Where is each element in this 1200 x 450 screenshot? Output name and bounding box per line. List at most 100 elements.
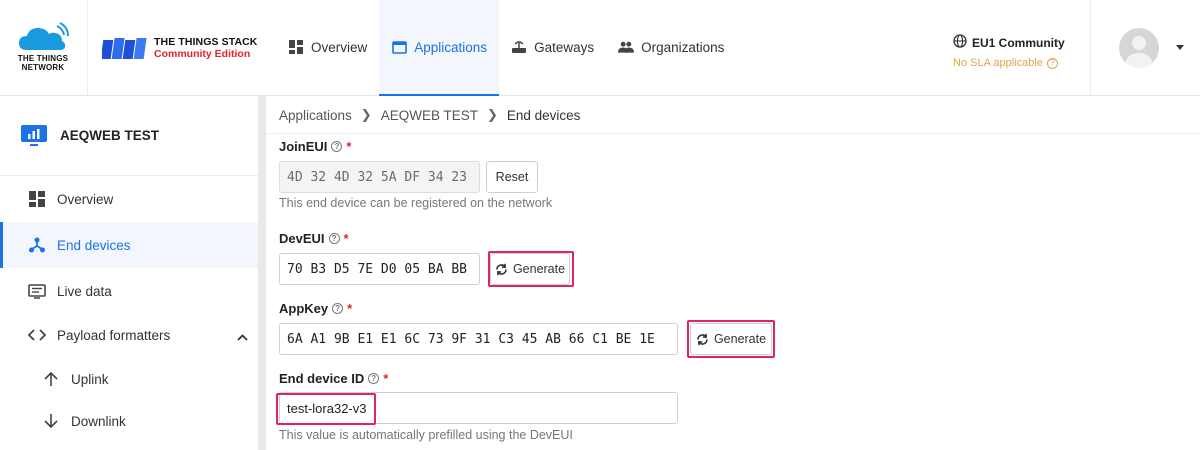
sidebar-item-label: Live data	[57, 283, 112, 299]
sidebar-item-label: Uplink	[71, 371, 109, 387]
deveui-generate-button[interactable]: Generate	[490, 253, 570, 285]
breadcrumb-end-devices: End devices	[506, 107, 581, 123]
avatar[interactable]	[1119, 28, 1159, 68]
ttn-logo-line2: NETWORK	[21, 63, 65, 72]
top-header: THE THINGS NETWORK THE THINGS STACK Comm…	[0, 0, 1200, 96]
device-id-value: test-lora32-v3	[287, 400, 367, 416]
header-divider	[87, 0, 88, 96]
cloud-icon	[17, 22, 69, 52]
appkey-label-text: AppKey	[279, 301, 329, 316]
reset-button-label: Reset	[495, 170, 529, 184]
sidebar-item-label: Downlink	[71, 413, 126, 429]
ttn-logo-line1: THE THINGS	[17, 54, 69, 63]
main-content: Applications ❯ AEQWEB TEST ❯ End devices…	[266, 96, 1200, 450]
appkey-generate-button[interactable]: Generate	[690, 323, 772, 355]
sidebar-item-label: End devices	[57, 237, 131, 253]
sidebar-item-label: Overview	[57, 191, 114, 207]
help-icon[interactable]: ?	[1046, 57, 1058, 69]
code-icon	[28, 326, 46, 344]
arrow-down-icon	[42, 412, 60, 430]
deveui-label-text: DevEUI	[279, 231, 325, 246]
required-marker: *	[346, 139, 352, 154]
stack-logo[interactable]: THE THINGS STACK Community Edition	[102, 33, 258, 63]
globe-icon	[953, 34, 967, 51]
ttn-logo[interactable]: THE THINGS NETWORK	[10, 22, 76, 78]
divider	[266, 133, 1200, 134]
breadcrumb-app[interactable]: AEQWEB TEST	[381, 108, 478, 123]
sidebar-item-overview[interactable]: Overview	[0, 176, 258, 222]
nav-applications[interactable]: Applications	[379, 0, 500, 96]
required-marker: *	[343, 231, 349, 246]
sidebar-item-payload-formatters[interactable]: Payload formatters	[0, 312, 258, 358]
arrow-up-icon	[42, 370, 60, 388]
reset-button[interactable]: Reset	[486, 161, 538, 193]
joineui-label-text: JoinEUI	[279, 139, 328, 154]
help-icon[interactable]: ?	[332, 303, 344, 314]
refresh-icon	[495, 263, 508, 276]
joineui-hint: This end device can be registered on the…	[279, 196, 553, 210]
application-icon	[391, 39, 407, 55]
header-divider-right	[1090, 0, 1091, 96]
refresh-icon	[696, 333, 709, 346]
ttn-logo-text: THE THINGS NETWORK	[10, 54, 76, 72]
nav-organizations-label: Organizations	[641, 39, 725, 55]
breadcrumb-applications[interactable]: Applications	[279, 108, 352, 123]
gateway-icon	[511, 39, 527, 55]
app-monitor-icon	[21, 124, 47, 146]
sidebar-item-uplink[interactable]: Uplink	[0, 356, 258, 402]
required-marker: *	[347, 301, 353, 316]
help-icon[interactable]: ?	[368, 373, 380, 384]
generate-button-label: Generate	[512, 262, 566, 276]
chevron-up-icon[interactable]	[237, 329, 248, 344]
stack-title: THE THINGS STACK	[154, 36, 258, 48]
sidebar-app-header: AEQWEB TEST	[0, 96, 262, 176]
device-id-label: End device ID ? *	[279, 371, 388, 386]
joineui-value: 4D 32 4D 32 5A DF 34 23	[287, 169, 468, 185]
sidebar-app-name: AEQWEB TEST	[60, 128, 160, 143]
device-id-hint: This value is automatically prefilled us…	[279, 428, 573, 442]
chevron-right-icon: ❯	[486, 107, 498, 122]
required-marker: *	[383, 371, 389, 386]
generate-button-label: Generate	[713, 332, 767, 346]
help-icon[interactable]: ?	[331, 141, 343, 152]
cluster-name: EU1 Community	[972, 35, 1065, 50]
sidebar-scrollbar[interactable]	[258, 96, 266, 450]
end-devices-icon	[28, 236, 46, 254]
sidebar-item-live-data[interactable]: Live data	[0, 268, 258, 314]
sla-text: No SLA applicable	[953, 57, 1043, 69]
nav-gateways[interactable]: Gateways	[499, 0, 606, 94]
organizations-icon	[618, 39, 635, 55]
stack-books-icon	[102, 38, 147, 59]
sidebar: AEQWEB TEST Overview End devices Live da…	[0, 96, 262, 450]
help-icon[interactable]: ?	[328, 233, 340, 244]
nav-applications-label: Applications	[414, 39, 488, 55]
joineui-label: JoinEUI ? *	[279, 139, 351, 154]
nav-overview[interactable]: Overview	[276, 0, 379, 94]
dashboard-icon	[288, 39, 304, 55]
appkey-value: 6A A1 9B E1 E1 6C 73 9F 31 C3 45 AB 66 C…	[287, 331, 655, 347]
device-id-label-text: End device ID	[279, 371, 365, 386]
sla-note: No SLA applicable ?	[953, 57, 1065, 69]
live-data-icon	[28, 282, 46, 300]
chevron-right-icon: ❯	[360, 107, 372, 122]
sidebar-item-downlink[interactable]: Downlink	[0, 398, 258, 444]
dashboard-icon	[28, 190, 46, 208]
nav-organizations[interactable]: Organizations	[606, 0, 736, 94]
breadcrumb: Applications ❯ AEQWEB TEST ❯ End devices	[279, 107, 580, 123]
joineui-field[interactable]: 4D 32 4D 32 5A DF 34 23	[279, 161, 480, 193]
nav-gateways-label: Gateways	[534, 39, 595, 55]
main-nav: Overview Applications Gateways Organizat…	[276, 0, 736, 96]
device-id-field[interactable]: test-lora32-v3	[279, 392, 678, 424]
sidebar-item-end-devices[interactable]: End devices	[0, 222, 258, 268]
chevron-down-icon[interactable]	[1176, 45, 1184, 50]
deveui-field[interactable]: 70 B3 D5 7E D0 05 BA BB	[279, 253, 480, 285]
cluster-selector[interactable]: EU1 Community No SLA applicable ?	[953, 34, 1065, 69]
stack-edition: Community Edition	[154, 48, 251, 60]
sidebar-item-label: Payload formatters	[57, 327, 171, 343]
deveui-value: 70 B3 D5 7E D0 05 BA BB	[287, 261, 468, 277]
appkey-field[interactable]: 6A A1 9B E1 E1 6C 73 9F 31 C3 45 AB 66 C…	[279, 323, 678, 355]
appkey-label: AppKey ? *	[279, 301, 352, 316]
nav-overview-label: Overview	[311, 39, 368, 55]
deveui-label: DevEUI ? *	[279, 231, 349, 246]
user-icon	[1125, 36, 1153, 68]
